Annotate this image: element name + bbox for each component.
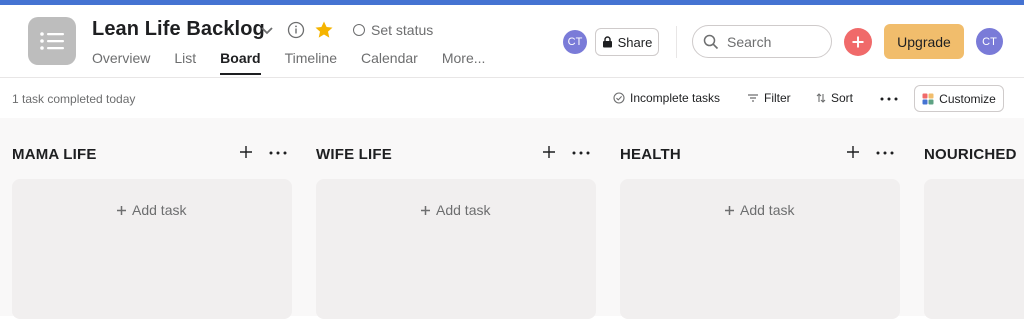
plus-icon [852, 36, 864, 48]
board-toolbar [0, 78, 1024, 118]
tasks-completed-text: 1 task completed today [12, 92, 136, 106]
add-task-label: Add task [436, 202, 491, 218]
user-avatar[interactable]: CT [976, 28, 1003, 55]
set-status-label: Set status [371, 22, 434, 38]
set-status-button[interactable]: Set status [353, 22, 433, 38]
column-menu-icon[interactable] [269, 151, 287, 155]
tab-board[interactable]: Board [220, 50, 262, 75]
column-title-wife-life[interactable]: WIFE LIFE [316, 146, 392, 163]
column-title-nouriched[interactable]: NOURICHED [924, 146, 1017, 163]
create-button[interactable] [844, 28, 872, 56]
member-avatar[interactable]: CT [563, 30, 587, 54]
tab-list[interactable]: List [174, 50, 196, 72]
tab-timeline[interactable]: Timeline [285, 50, 337, 72]
plus-icon [725, 205, 734, 215]
share-label: Share [617, 34, 653, 50]
add-section-task-icon[interactable] [542, 145, 556, 159]
column-menu-icon[interactable] [572, 151, 590, 155]
column-body [620, 179, 900, 319]
add-task-label: Add task [132, 202, 187, 218]
add-task-button[interactable]: Add task [420, 202, 490, 218]
top-accent-bar [0, 0, 1024, 5]
project-title[interactable]: Lean Life Backlog [92, 18, 265, 41]
more-options-icon[interactable] [880, 97, 898, 101]
check-circle-icon [613, 92, 625, 104]
sort-label: Sort [831, 91, 854, 105]
customize-grid-icon [922, 93, 934, 104]
column-title-mama-life[interactable]: MAMA LIFE [12, 146, 97, 163]
status-circle-icon [353, 24, 365, 36]
customize-button[interactable]: Customize [914, 85, 1004, 112]
project-list-icon[interactable] [28, 17, 76, 65]
header-divider [676, 26, 677, 58]
search-icon [703, 34, 719, 49]
add-task-button[interactable]: Add task [724, 202, 794, 218]
chevron-down-icon[interactable] [258, 21, 276, 39]
add-task-label: Add task [740, 202, 795, 218]
info-icon[interactable] [287, 21, 305, 39]
column-title-health[interactable]: HEALTH [620, 146, 681, 163]
search-placeholder: Search [727, 33, 772, 50]
incomplete-tasks-button[interactable]: Incomplete tasks [613, 91, 720, 105]
filter-icon [748, 94, 758, 102]
sort-button[interactable]: Sort [816, 91, 853, 105]
column-body [316, 179, 596, 319]
share-button[interactable]: Share [595, 28, 659, 56]
add-task-button[interactable]: Add task [116, 202, 186, 218]
filter-button[interactable]: Filter [747, 91, 791, 105]
tab-calendar[interactable]: Calendar [361, 50, 418, 72]
column-menu-icon[interactable] [876, 151, 894, 155]
search-input[interactable]: Search [692, 25, 832, 58]
plus-icon [421, 205, 430, 215]
sort-icon [816, 93, 826, 103]
star-icon[interactable] [314, 20, 334, 40]
filter-label: Filter [764, 91, 791, 105]
plus-icon [117, 205, 126, 215]
incomplete-tasks-label: Incomplete tasks [630, 91, 721, 105]
tab-overview[interactable]: Overview [92, 50, 150, 72]
lock-icon [602, 36, 612, 48]
add-section-task-icon[interactable] [846, 145, 860, 159]
customize-label: Customize [939, 91, 996, 106]
column-body [12, 179, 292, 319]
add-section-task-icon[interactable] [239, 145, 253, 159]
project-tabs: Overview List Board Timeline Calendar Mo… [92, 50, 509, 75]
upgrade-button[interactable]: Upgrade [884, 24, 964, 59]
column-body [924, 179, 1024, 319]
tab-more[interactable]: More... [442, 50, 486, 72]
